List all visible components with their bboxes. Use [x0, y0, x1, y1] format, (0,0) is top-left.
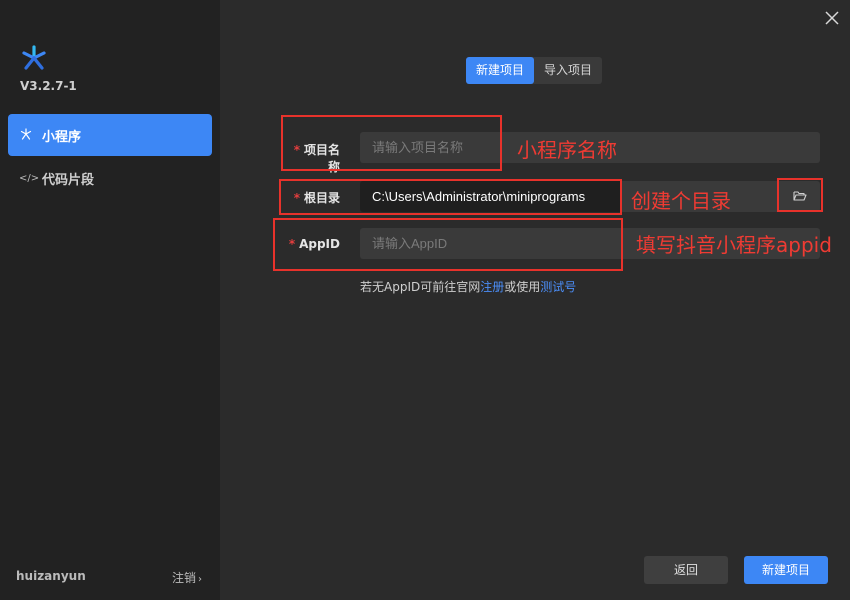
logout-link[interactable]: 注销 › [172, 569, 202, 586]
annotation-project-name: 小程序名称 [517, 138, 617, 162]
sidebar: V3.2.7-1 小程序 </> 代码片段 huizanyun 注销 › [0, 0, 220, 600]
test-account-link[interactable]: 测试号 [540, 280, 576, 294]
close-icon [825, 11, 839, 25]
app-version: V3.2.7-1 [20, 79, 77, 93]
username: huizanyun [16, 569, 86, 583]
project-tabs: 新建项目 导入项目 [466, 57, 603, 84]
annotation-box-root-dir [279, 179, 622, 215]
logout-label: 注销 [172, 571, 197, 585]
create-project-button[interactable]: 新建项目 [744, 556, 828, 584]
hint-prefix: 若无AppID可前往官网 [360, 280, 481, 294]
sidebar-item-miniprogram[interactable]: 小程序 [8, 114, 212, 156]
close-button[interactable] [822, 10, 842, 30]
back-button[interactable]: 返回 [644, 556, 728, 584]
sidebar-item-code-snippets[interactable]: </> 代码片段 [8, 157, 212, 199]
logo-icon [22, 45, 46, 70]
chevron-right-icon: › [198, 574, 203, 585]
app-window: V3.2.7-1 小程序 </> 代码片段 huizanyun 注销 › 新建项目… [0, 0, 850, 600]
tab-new-project[interactable]: 新建项目 [466, 57, 535, 84]
asterisk-icon [19, 127, 33, 143]
sidebar-item-label: 代码片段 [42, 172, 95, 188]
annotation-box-project-name [281, 115, 502, 171]
code-icon: </> [19, 172, 40, 184]
annotation-box-appid [273, 218, 623, 271]
annotation-root-dir: 创建个目录 [631, 189, 731, 213]
annotation-box-folder [777, 178, 823, 212]
sidebar-item-label: 小程序 [42, 129, 82, 145]
tab-import-project[interactable]: 导入项目 [534, 57, 602, 84]
hint-middle: 或使用 [504, 280, 541, 294]
register-link[interactable]: 注册 [480, 280, 504, 294]
appid-hint: 若无AppID可前往官网注册或使用测试号 [360, 278, 576, 295]
annotation-appid: 填写抖音小程序appid [636, 233, 832, 257]
